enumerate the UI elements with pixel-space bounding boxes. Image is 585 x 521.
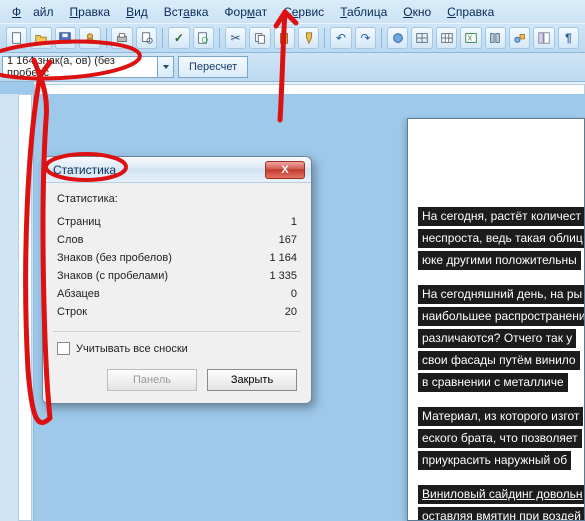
undo-icon[interactable]: ↶ [330, 27, 351, 49]
dialog-body: Статистика: Страниц1 Слов167 Знаков (без… [43, 183, 311, 403]
redo-icon[interactable]: ↷ [355, 27, 376, 49]
copy-icon[interactable] [249, 27, 270, 49]
menu-file[interactable]: Файл [6, 3, 60, 21]
include-footnotes-row[interactable]: Учитывать все сноски [57, 342, 297, 355]
selected-text-line: в сравнении с металличе [418, 373, 568, 392]
menu-edit[interactable]: Правка [64, 3, 117, 21]
open-icon[interactable] [30, 27, 51, 49]
doc-map-icon[interactable] [533, 27, 554, 49]
menu-format[interactable]: Формат [218, 3, 273, 21]
drawing-icon[interactable] [509, 27, 530, 49]
selected-text-line: оставляя вмятин при воздей [418, 507, 584, 521]
permissions-icon[interactable] [79, 27, 100, 49]
panel-button: Панель [107, 369, 197, 391]
stat-row: Страниц1 [57, 213, 297, 231]
stat-row: Слов167 [57, 231, 297, 249]
menu-table[interactable]: Таблица [334, 3, 393, 21]
selected-text-line: приукрасить наружный об [418, 451, 571, 470]
separator [162, 28, 163, 48]
wordcount-dropdown[interactable] [158, 56, 174, 78]
close-button[interactable]: Закрыть [207, 369, 297, 391]
tables-borders-icon[interactable] [411, 27, 432, 49]
print-icon[interactable] [111, 27, 132, 49]
document-page[interactable]: На сегодня, растёт количест неспроста, в… [407, 118, 585, 521]
wordcount-toolbar: 1 164 знак(а, ов) (без пробелс Пересчет [0, 53, 585, 82]
selected-text-line: различаются? Отчего так у [418, 329, 576, 348]
preview-icon[interactable] [136, 27, 157, 49]
menu-insert[interactable]: Вставка [158, 3, 215, 21]
format-painter-icon[interactable] [298, 27, 319, 49]
dialog-title-text: Статистика [53, 163, 116, 177]
checkbox-icon[interactable] [57, 342, 70, 355]
separator [219, 28, 220, 48]
hyperlink-icon[interactable] [387, 27, 408, 49]
spellcheck-icon[interactable]: ✓ [168, 27, 189, 49]
divider [53, 331, 301, 332]
selected-text-line: свои фасады путём винило [418, 351, 580, 370]
cut-icon[interactable]: ✂ [225, 27, 246, 49]
menu-window[interactable]: Окно [397, 3, 437, 21]
menu-bar: Файл Правка Вид Вставка Формат Сервис Та… [0, 0, 585, 23]
stat-row: Абзацев0 [57, 285, 297, 303]
stat-row: Строк20 [57, 303, 297, 321]
selected-text-line: еского брата, что позволяет [418, 429, 582, 448]
statistics-dialog: Статистика X Статистика: Страниц1 Слов16… [42, 156, 312, 404]
paste-icon[interactable] [274, 27, 295, 49]
menu-tools[interactable]: Сервис [277, 3, 330, 21]
toolbar-main: ✓ ✂ ↶ ↷ X ¶ [0, 23, 585, 53]
stat-row: Знаков (без пробелов)1 164 [57, 249, 297, 267]
excel-icon[interactable]: X [460, 27, 481, 49]
selected-text-line: Материал, из которого изгот [418, 407, 583, 426]
selected-text-line: наибольшее распространени [418, 307, 584, 326]
separator [106, 28, 107, 48]
statistics-table: Страниц1 Слов167 Знаков (без пробелов)1 … [57, 213, 297, 321]
save-icon[interactable] [55, 27, 76, 49]
menu-help[interactable]: Справка [441, 3, 500, 21]
show-marks-icon[interactable]: ¶ [558, 27, 579, 49]
svg-text:X: X [467, 36, 472, 43]
selected-text-line: На сегодняшний день, на ры [418, 285, 584, 304]
include-footnotes-label: Учитывать все сноски [76, 343, 188, 355]
stat-row: Знаков (с пробелами)1 335 [57, 267, 297, 285]
selected-text-line: неспроста, ведь такая облиц [418, 229, 584, 248]
dialog-close-button[interactable]: X [265, 161, 305, 179]
wordcount-field: 1 164 знак(а, ов) (без пробелс [2, 56, 158, 78]
selected-text-line: юке другими положительны [418, 251, 581, 270]
insert-table-icon[interactable] [436, 27, 457, 49]
separator [324, 28, 325, 48]
selected-text-line: Виниловый сайдинг довольн [418, 485, 584, 504]
wordcount-text: 1 164 знак(а, ов) (без пробелс [7, 55, 153, 79]
dialog-titlebar[interactable]: Статистика X [43, 157, 311, 183]
vertical-ruler [0, 94, 34, 521]
recalc-button[interactable]: Пересчет [178, 56, 248, 78]
dialog-heading: Статистика: [57, 193, 297, 205]
new-doc-icon[interactable] [6, 27, 27, 49]
columns-icon[interactable] [485, 27, 506, 49]
selected-text-line: На сегодня, растёт количест [418, 207, 584, 226]
research-icon[interactable] [193, 27, 214, 49]
menu-view[interactable]: Вид [120, 3, 154, 21]
separator [381, 28, 382, 48]
